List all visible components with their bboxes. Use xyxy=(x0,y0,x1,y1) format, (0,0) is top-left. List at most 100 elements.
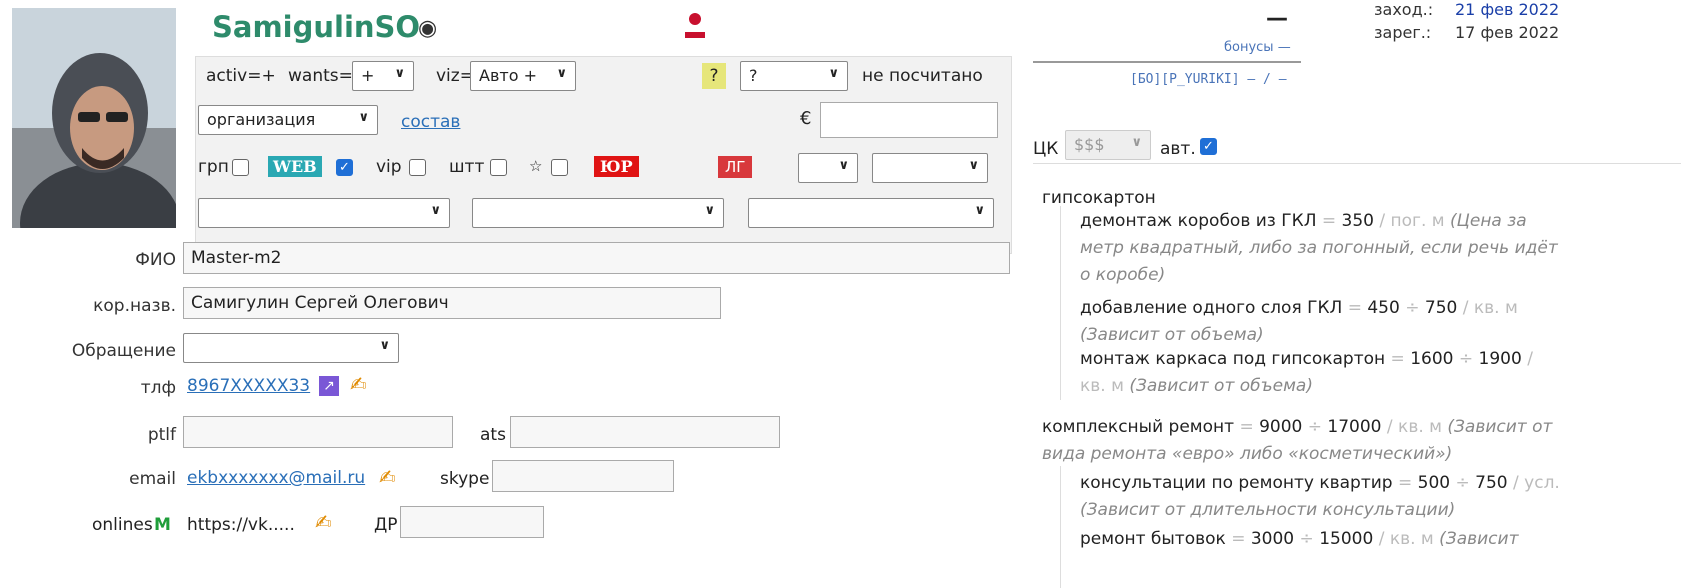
service-unit: / усл. xyxy=(1513,473,1560,493)
eye-icon[interactable]: ◉ xyxy=(418,16,437,41)
filter-select-3[interactable]: ∨ xyxy=(198,198,450,228)
filter-select-5[interactable]: ∨ xyxy=(748,198,994,228)
skype-label: skype xyxy=(440,469,490,489)
sht-label: штт xyxy=(449,157,485,177)
equals-sign: = xyxy=(1239,417,1254,437)
wants-value: + xyxy=(361,66,375,85)
chevron-down-icon: ∨ xyxy=(968,158,979,173)
service-price: 3000 xyxy=(1250,529,1295,549)
service-item: добавление одного слоя ГКЛ = 450 ÷ 750 /… xyxy=(1080,295,1560,349)
service-note: (Зависит xyxy=(1439,529,1519,549)
dr-input[interactable] xyxy=(400,506,544,538)
star-icon: ☆ xyxy=(529,157,543,175)
fio-input[interactable]: Master-m2 xyxy=(183,242,1010,274)
web-badge: WEB xyxy=(268,156,322,177)
chevron-down-icon: ∨ xyxy=(394,66,405,81)
yur-badge[interactable]: ЮР xyxy=(594,156,639,177)
service-price-max: 15000 xyxy=(1319,529,1374,549)
chevron-down-icon: ∨ xyxy=(828,66,839,81)
organization-value: организация xyxy=(207,110,316,129)
equals-sign: = xyxy=(1321,211,1337,231)
grp-checkbox[interactable] xyxy=(232,159,249,176)
service-price: 450 xyxy=(1367,298,1400,318)
ck-select[interactable]: $$$ ∨ xyxy=(1065,130,1151,160)
vip-checkbox[interactable] xyxy=(409,159,426,176)
service-item: ремонт бытовок = 3000 ÷ 15000 / кв. м (З… xyxy=(1080,526,1560,553)
chevron-down-icon: ∨ xyxy=(430,203,441,218)
viz-select[interactable]: Авто + ∨ xyxy=(470,61,576,91)
chevron-down-icon: ∨ xyxy=(974,203,985,218)
email-link[interactable]: ekbxxxxxxx@mail.ru xyxy=(187,468,365,488)
filter-select-4[interactable]: ∨ xyxy=(472,198,724,228)
service-price-max: 750 xyxy=(1475,473,1508,493)
ats-label: ats xyxy=(480,425,506,445)
address-select[interactable]: ∨ xyxy=(183,333,399,363)
phone-link[interactable]: 8967XXXXX33 xyxy=(187,376,310,396)
service-item: консультации по ремонту квартир = 500 ÷ … xyxy=(1080,470,1560,524)
range-sign: ÷ xyxy=(1307,417,1323,437)
wants-select[interactable]: + ∨ xyxy=(352,61,414,91)
ptlf-input[interactable] xyxy=(183,416,453,448)
equals-sign: = xyxy=(1231,529,1246,549)
chevron-down-icon: ∨ xyxy=(379,338,390,353)
wants-label: wants= xyxy=(288,66,353,86)
person-icon[interactable] xyxy=(684,12,706,45)
ats-input[interactable] xyxy=(510,416,780,448)
service-price-max: 17000 xyxy=(1327,417,1382,437)
settings-panel: activ=+ wants= + ∨ viz= Авто + ∨ ? ? ∨ не п… xyxy=(195,56,1012,254)
question-select[interactable]: ? ∨ xyxy=(740,61,848,91)
service-unit: / пог. м xyxy=(1379,211,1445,231)
question-badge[interactable]: ? xyxy=(702,63,726,89)
euro-input[interactable] xyxy=(820,102,998,138)
filter-select-2[interactable]: ∨ xyxy=(872,153,988,183)
chevron-down-icon: ∨ xyxy=(838,158,849,173)
service-name: демонтаж коробов из ГКЛ xyxy=(1080,211,1317,231)
service-name: консультации по ремонту квартир xyxy=(1080,473,1393,493)
organization-select[interactable]: организация ∨ xyxy=(198,105,378,135)
chevron-down-icon: ∨ xyxy=(556,66,567,81)
avt-label: авт. xyxy=(1160,139,1196,159)
zahod-label: заход.: xyxy=(1374,0,1434,19)
onlines-value: https://vk..... xyxy=(187,515,295,535)
zahod-date: 21 фев 2022 xyxy=(1455,0,1560,19)
corp-name-input[interactable]: Самигулин Сергей Олегович xyxy=(183,287,721,319)
service-name: комплексный ремонт xyxy=(1042,417,1235,437)
onlines-m-badge: M xyxy=(154,515,171,535)
viz-value: Авто + xyxy=(479,66,537,85)
grp-label: грп xyxy=(198,157,229,177)
service-name: монтаж каркаса под гипсокартон xyxy=(1080,349,1386,369)
avt-checkbox[interactable]: ✓ xyxy=(1200,138,1217,155)
edit-pencil-icon[interactable]: ✍ xyxy=(315,510,332,534)
ck-label: ЦК xyxy=(1033,139,1059,159)
chevron-down-icon: ∨ xyxy=(358,110,369,125)
edit-pencil-icon[interactable]: ✍ xyxy=(350,372,367,396)
vip-label: vip xyxy=(376,157,402,177)
lg-badge[interactable]: ЛГ xyxy=(718,156,753,178)
chevron-down-icon: ∨ xyxy=(704,203,715,218)
euro-label: € xyxy=(800,108,812,129)
equals-sign: = xyxy=(1390,349,1405,369)
not-counted-text: не посчитано xyxy=(862,66,983,86)
sht-checkbox[interactable] xyxy=(490,159,507,176)
service-price: 500 xyxy=(1417,473,1451,493)
equals-sign: = xyxy=(1347,298,1362,318)
filter-select-1[interactable]: ∨ xyxy=(798,153,858,183)
service-price: 350 xyxy=(1341,211,1374,231)
range-sign: ÷ xyxy=(1299,529,1314,549)
external-link-icon[interactable]: ↗ xyxy=(319,376,339,396)
question-value: ? xyxy=(749,66,758,85)
activ-label: activ=+ xyxy=(206,66,276,86)
dash-text: — xyxy=(1266,6,1288,31)
divider xyxy=(1033,61,1301,63)
web-checkbox[interactable]: ✓ xyxy=(336,159,353,176)
sostav-link[interactable]: состав xyxy=(401,112,460,132)
equals-sign: = xyxy=(1398,473,1413,493)
edit-pencil-icon[interactable]: ✍ xyxy=(379,465,396,489)
star-checkbox[interactable] xyxy=(551,159,568,176)
service-note: (Зависит от объема) xyxy=(1080,325,1264,345)
skype-input[interactable] xyxy=(492,460,674,492)
bonus-text[interactable]: бонусы — xyxy=(1224,40,1291,55)
service-price-max: 750 xyxy=(1424,298,1458,318)
service-unit: / кв. м xyxy=(1386,417,1442,437)
bo-line[interactable]: [БО][P_YURIKI] — / — xyxy=(1130,72,1287,87)
